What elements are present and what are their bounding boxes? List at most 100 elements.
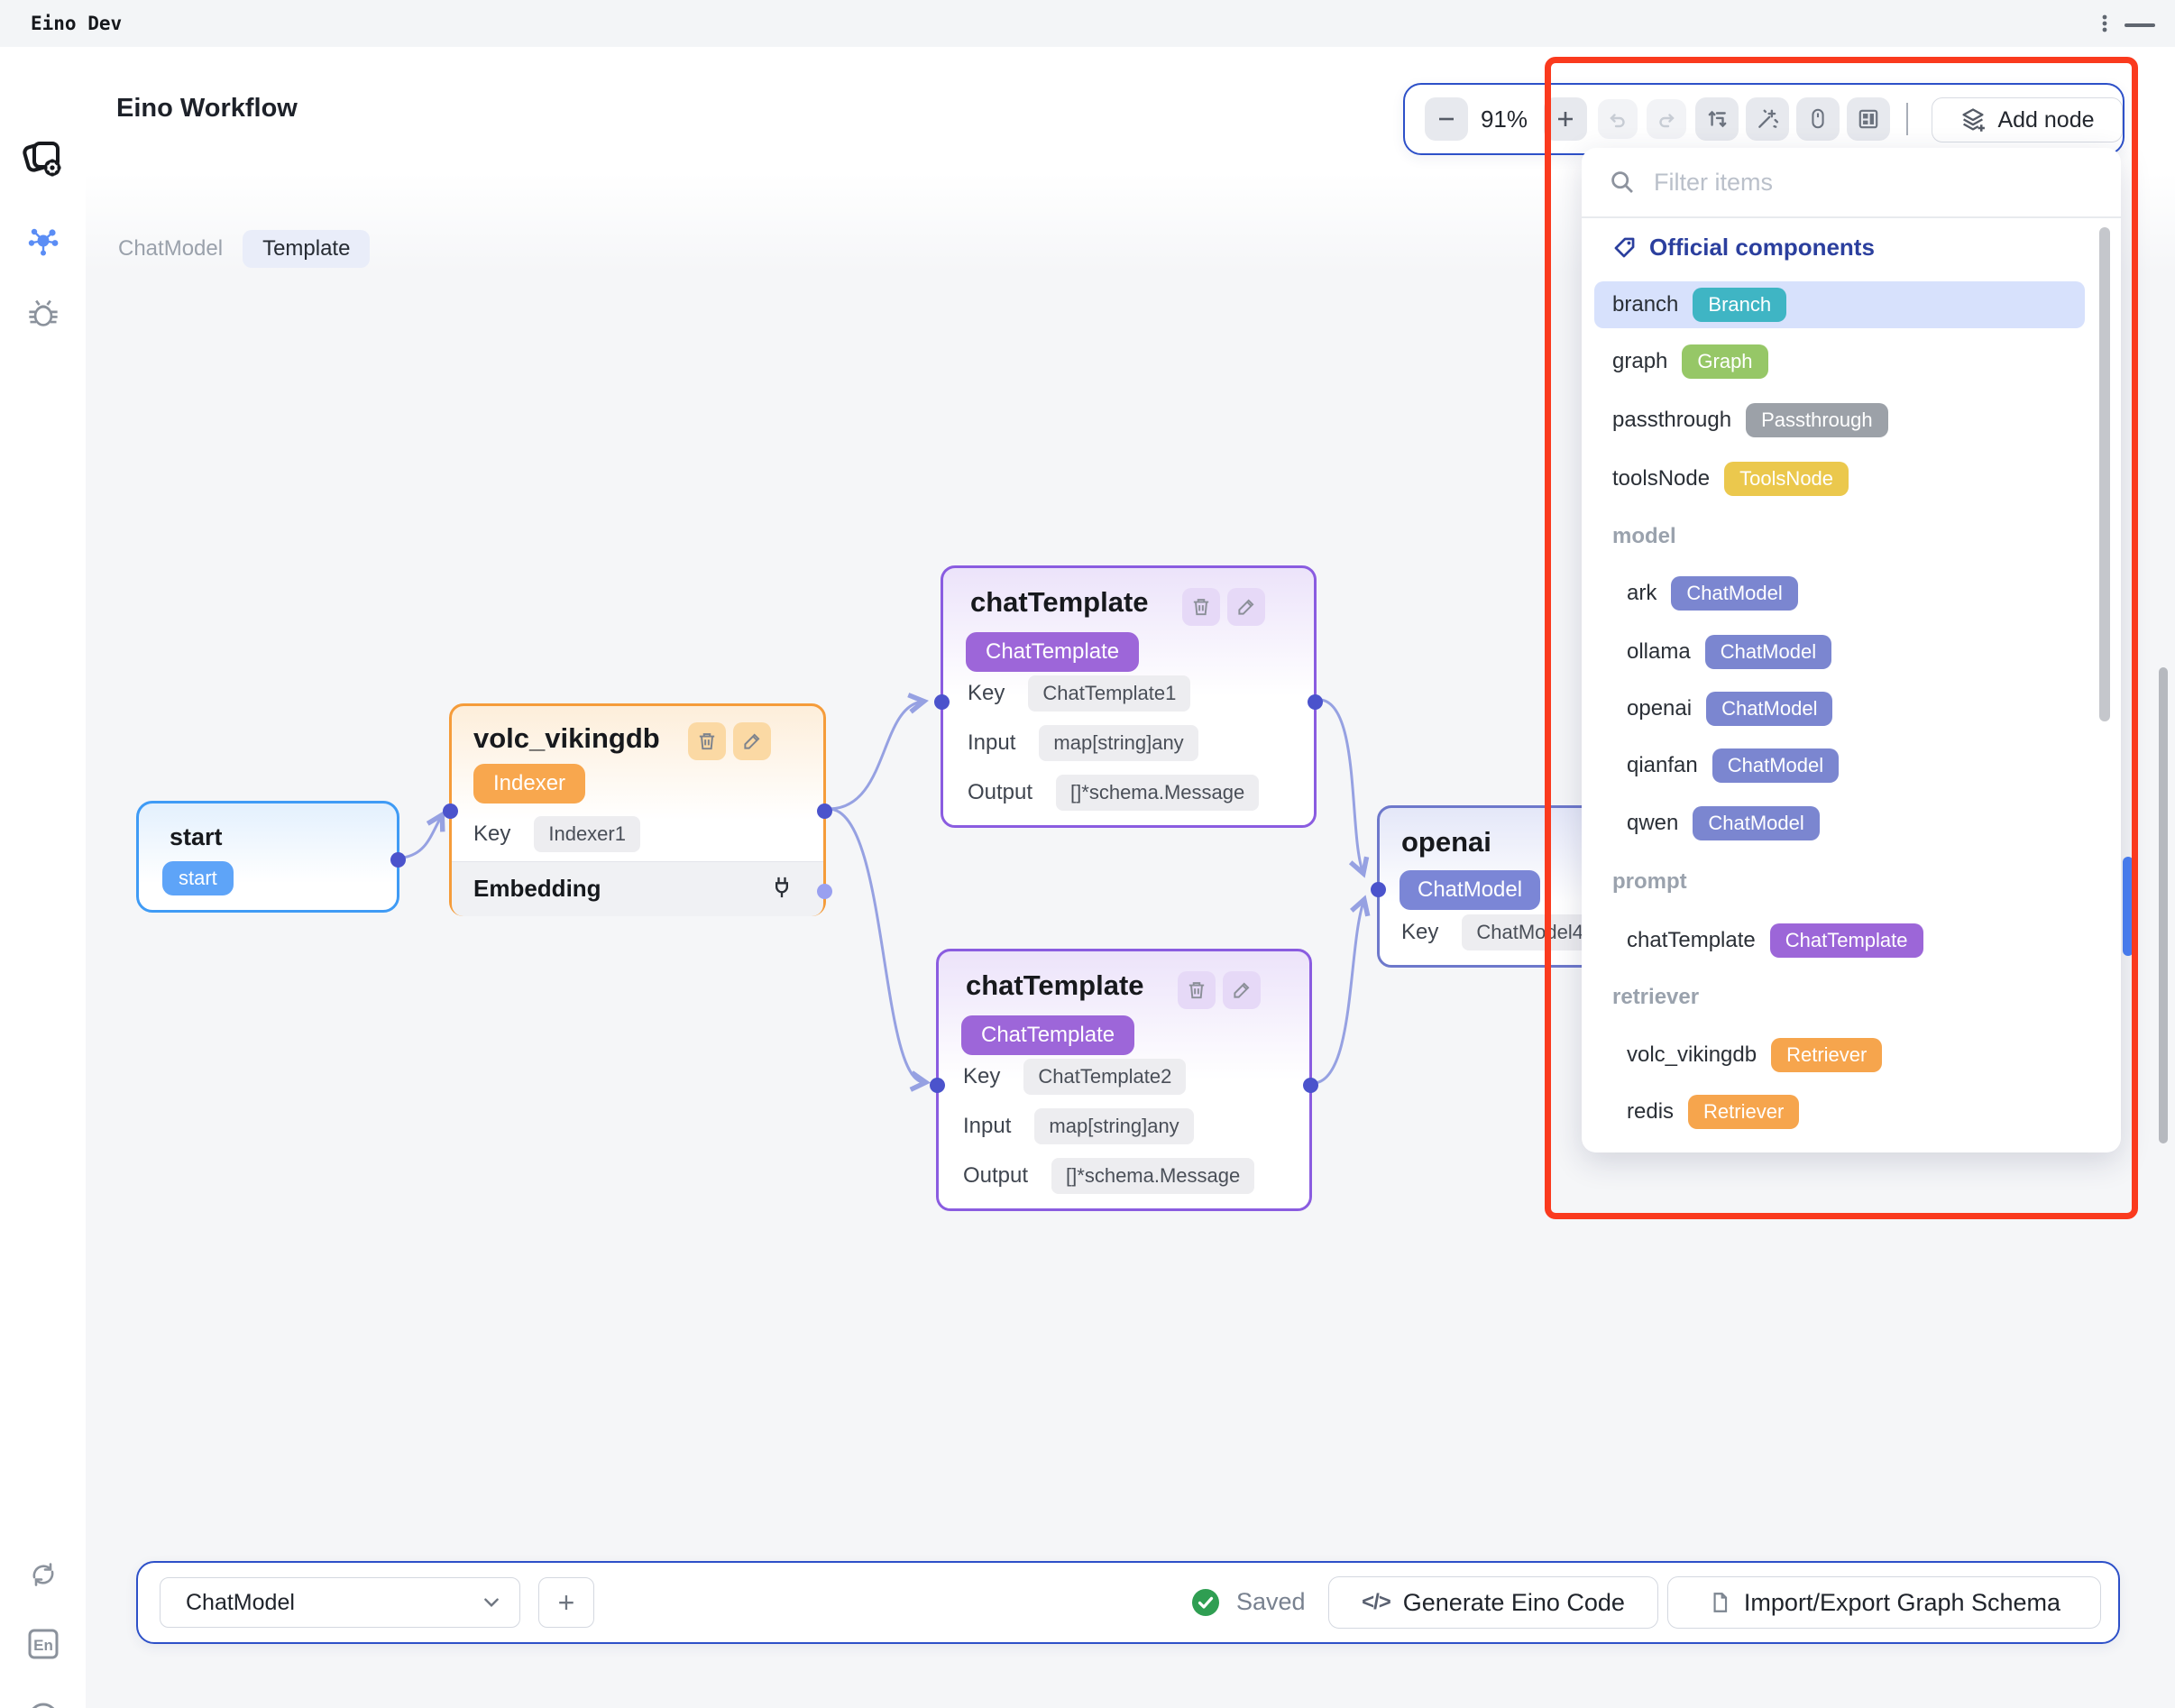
window-title: Eino Dev [31, 0, 122, 47]
zoom-out-button[interactable] [1425, 97, 1468, 141]
item-badge: ChatModel [1712, 748, 1839, 783]
refresh-icon[interactable] [0, 1558, 86, 1591]
canvas-toolbar: 91% Add node [1403, 83, 2125, 155]
item-badge: ChatModel [1671, 576, 1797, 611]
node-chattemplate-2[interactable]: chatTemplate ChatTemplate Key ChatTempla… [936, 949, 1312, 1211]
component-item-toolsnode[interactable]: toolsNode ToolsNode [1594, 455, 2085, 502]
component-item-ollama[interactable]: ollama ChatModel [1594, 629, 2085, 675]
node-start[interactable]: start start [136, 801, 399, 913]
delete-node-icon[interactable] [1182, 588, 1220, 626]
input-port[interactable] [930, 1078, 945, 1093]
section-title: Official components [1649, 234, 1875, 262]
component-item-qianfan[interactable]: qianfan ChatModel [1594, 742, 2085, 789]
page-scrollbar[interactable] [2159, 667, 2168, 1143]
component-item-openai[interactable]: openai ChatModel [1594, 685, 2085, 732]
add-node-button[interactable]: Add node [1932, 97, 2123, 142]
chevron-down-icon [482, 1593, 501, 1612]
item-label: graph [1612, 349, 1667, 374]
input-port[interactable] [443, 803, 458, 819]
node-title: volc_vikingdb [473, 722, 660, 755]
search-row [1582, 148, 2121, 216]
redo-button[interactable] [1647, 99, 1686, 139]
minimap-button[interactable] [1847, 97, 1890, 141]
magic-wand-button[interactable] [1746, 97, 1789, 141]
help-icon[interactable]: ? [0, 1699, 86, 1708]
key-label: Key [968, 681, 1005, 706]
item-label: qianfan [1627, 753, 1698, 778]
zoom-in-button[interactable] [1544, 97, 1587, 141]
bottom-bar: ChatModel + Saved </> Generate Eino Code… [136, 1561, 2120, 1644]
component-item-volc-vikingdb[interactable]: volc_vikingdb Retriever [1594, 1032, 2085, 1079]
eino-logo[interactable] [0, 135, 86, 182]
delete-node-icon[interactable] [1178, 971, 1216, 1009]
node-type-badge: ChatModel [1400, 870, 1540, 910]
filter-items-input[interactable] [1652, 168, 2052, 197]
output-port[interactable] [817, 803, 832, 819]
edit-node-icon[interactable] [733, 722, 771, 760]
search-icon [1609, 169, 1636, 196]
key-row: Key ChatTemplate1 [968, 670, 1190, 717]
code-icon: </> [1362, 1590, 1390, 1615]
key-row: Key ChatModel4 [1401, 909, 1598, 956]
node-title: start [170, 823, 223, 851]
group-header-prompt: prompt [1612, 859, 1687, 905]
node-chattemplate-1[interactable]: chatTemplate ChatTemplate Key ChatTempla… [941, 565, 1317, 828]
node-title: chatTemplate [966, 969, 1144, 1002]
add-graph-button[interactable]: + [538, 1577, 594, 1628]
node-title: chatTemplate [970, 586, 1149, 619]
debug-bug-icon[interactable] [0, 296, 86, 330]
language-icon[interactable]: En [0, 1625, 86, 1663]
saved-label: Saved [1236, 1588, 1306, 1616]
language-label: En [33, 1637, 53, 1654]
edit-node-icon[interactable] [1227, 588, 1265, 626]
workflow-graph-icon[interactable] [0, 224, 86, 258]
input-port[interactable] [934, 694, 950, 710]
window-menu-kebab-icon[interactable] [2094, 13, 2115, 34]
output-value-chip: []*schema.Message [1051, 1158, 1254, 1194]
output-value-chip: []*schema.Message [1056, 775, 1259, 811]
component-item-ark[interactable]: ark ChatModel [1594, 570, 2085, 617]
window-minimize-icon[interactable] [2125, 23, 2155, 27]
component-item-chattemplate[interactable]: chatTemplate ChatTemplate [1594, 917, 2085, 964]
graph-selector[interactable]: ChatModel [160, 1577, 520, 1628]
page-title: Eino Workflow [116, 94, 298, 124]
item-label: volc_vikingdb [1627, 1042, 1757, 1068]
output-label: Output [963, 1163, 1028, 1189]
node-volc-vikingdb[interactable]: volc_vikingdb Indexer Key Indexer1 Embed… [449, 703, 826, 916]
group-header-retriever: retriever [1612, 974, 1699, 1021]
toolbar-divider [1906, 103, 1908, 135]
delete-node-icon[interactable] [688, 722, 726, 760]
window-titlebar: Eino Dev [0, 0, 2175, 47]
output-port[interactable] [390, 852, 406, 868]
mouse-mode-button[interactable] [1796, 97, 1840, 141]
key-row: Key Indexer1 [473, 811, 640, 858]
item-badge: ChatModel [1706, 692, 1832, 726]
auto-layout-button[interactable] [1695, 97, 1739, 141]
key-value-chip: Indexer1 [534, 816, 640, 852]
node-type-badge: start [162, 861, 234, 895]
add-node-label: Add node [1997, 107, 2094, 133]
generate-code-button[interactable]: </> Generate Eino Code [1328, 1576, 1658, 1629]
component-item-graph[interactable]: graph Graph [1594, 338, 2085, 385]
save-status: Saved [1191, 1563, 1306, 1641]
item-badge: ChatTemplate [1770, 923, 1923, 958]
component-item-passthrough[interactable]: passthrough Passthrough [1594, 397, 2085, 444]
hidden-button-edge [2123, 857, 2134, 956]
output-port[interactable] [1303, 1078, 1318, 1093]
item-badge: Retriever [1688, 1095, 1799, 1129]
output-port[interactable] [1308, 694, 1323, 710]
edit-node-icon[interactable] [1223, 971, 1261, 1009]
input-port[interactable] [1371, 882, 1386, 897]
component-item-qwen[interactable]: qwen ChatModel [1594, 800, 2085, 847]
embedding-port[interactable] [817, 884, 832, 899]
panel-scrollbar[interactable] [2099, 227, 2110, 721]
breadcrumb-current[interactable]: Template [243, 230, 370, 268]
component-item-redis[interactable]: redis Retriever [1594, 1088, 2085, 1135]
breadcrumb-parent[interactable]: ChatModel [118, 236, 223, 262]
item-badge: ToolsNode [1724, 462, 1849, 496]
input-row: Input map[string]any [968, 720, 1198, 767]
import-export-button[interactable]: Import/Export Graph Schema [1667, 1576, 2101, 1629]
component-item-branch[interactable]: branch Branch [1594, 281, 2085, 328]
undo-button[interactable] [1598, 99, 1638, 139]
node-type-badge: ChatTemplate [966, 632, 1139, 672]
